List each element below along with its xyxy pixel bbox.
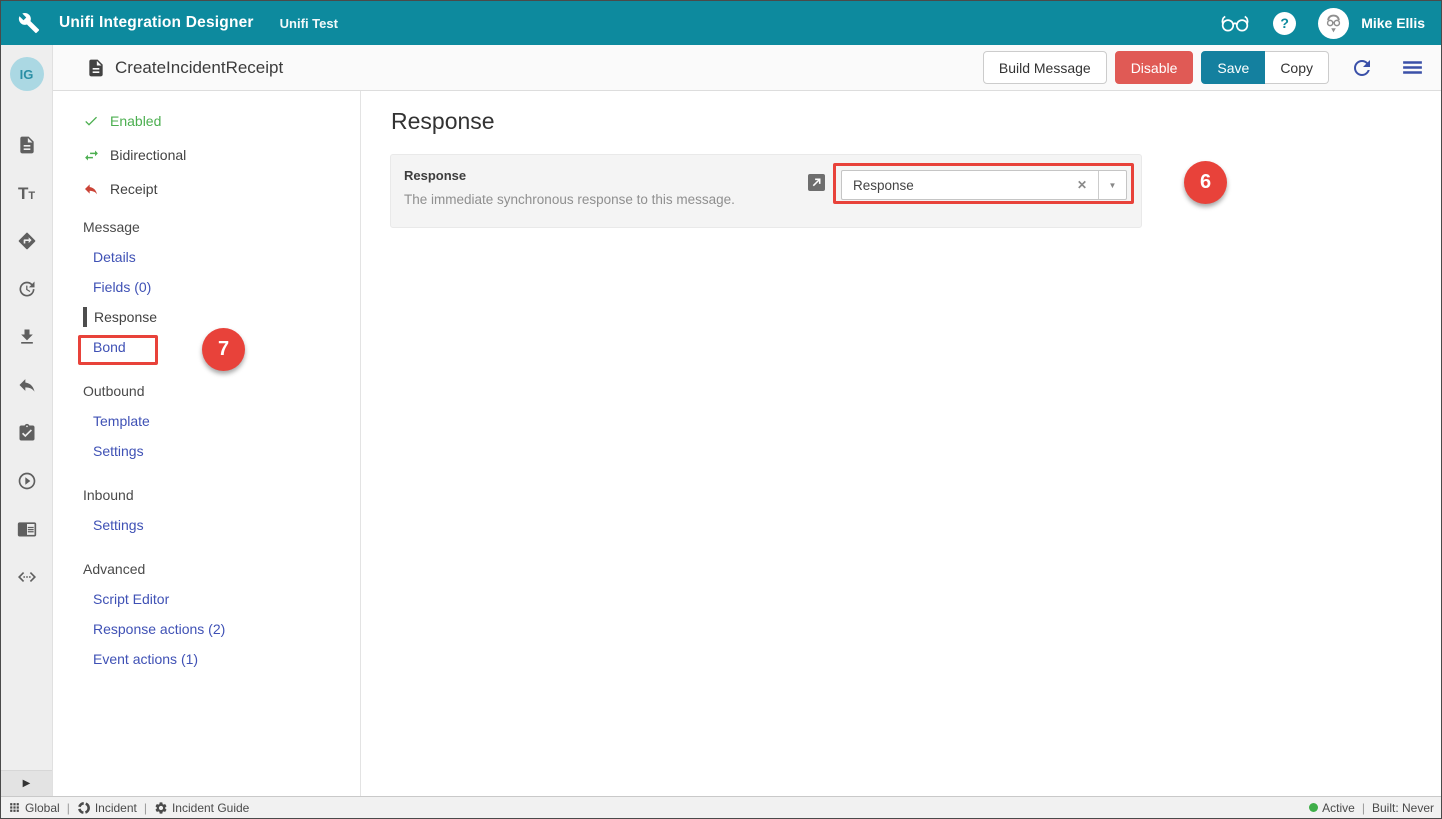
download-icon[interactable] bbox=[3, 313, 51, 361]
toolbar: Build Message Disable Save Copy bbox=[983, 51, 1425, 84]
app-header: Unifi Integration Designer Unifi Test ? bbox=[1, 1, 1441, 45]
tasks-icon[interactable] bbox=[3, 409, 51, 457]
check-icon bbox=[83, 113, 103, 129]
response-field-panel: Response The immediate synchronous respo… bbox=[390, 154, 1142, 228]
wrench-icon bbox=[18, 12, 40, 34]
message-nav-panel: Enabled Bidirectional Receipt Message De… bbox=[53, 91, 361, 796]
refresh-icon[interactable] bbox=[1350, 56, 1374, 80]
nav-item-fields[interactable]: Fields (0) bbox=[83, 272, 360, 302]
record-titlebar: CreateIncidentReceipt Build Message Disa… bbox=[53, 45, 1441, 91]
directions-icon[interactable] bbox=[3, 217, 51, 265]
document-icon[interactable] bbox=[3, 121, 51, 169]
response-section: Response Response The immediate synchron… bbox=[361, 91, 1441, 796]
status-bar: Global | Incident | Incident Guide Activ… bbox=[1, 796, 1441, 818]
build-message-button[interactable]: Build Message bbox=[983, 51, 1107, 84]
nav-section-advanced: Advanced bbox=[83, 554, 360, 584]
gear-icon bbox=[154, 801, 168, 815]
nav-status-bidirectional: Bidirectional bbox=[83, 138, 360, 172]
app-selector[interactable]: Incident bbox=[77, 801, 137, 815]
nav-item-template[interactable]: Template bbox=[83, 406, 360, 436]
reference-value: Response bbox=[842, 171, 1066, 199]
nav-section-message: Message bbox=[83, 212, 360, 242]
expand-rail-button[interactable]: ▶ bbox=[1, 770, 52, 796]
play-circle-icon[interactable] bbox=[3, 457, 51, 505]
response-reference-input[interactable]: Response ✕ ▼ bbox=[841, 170, 1127, 200]
user-name[interactable]: Mike Ellis bbox=[1361, 15, 1425, 31]
disable-button[interactable]: Disable bbox=[1115, 51, 1194, 84]
incident-app-icon bbox=[77, 801, 91, 815]
text-format-icon[interactable]: TT bbox=[3, 169, 51, 217]
nav-item-response[interactable]: Response bbox=[83, 302, 360, 332]
field-description: The immediate synchronous response to th… bbox=[404, 192, 735, 207]
reply-icon[interactable] bbox=[3, 361, 51, 409]
built-status: Built: Never bbox=[1372, 801, 1434, 815]
chevron-right-icon: ▶ bbox=[23, 778, 31, 789]
active-status-label: Active bbox=[1322, 801, 1355, 815]
left-icon-rail: IG TT bbox=[1, 45, 53, 796]
scope-selector[interactable]: Global bbox=[8, 801, 60, 815]
page-title: CreateIncidentReceipt bbox=[115, 58, 283, 78]
swap-arrows-icon bbox=[83, 147, 103, 164]
nav-item-outbound-settings[interactable]: Settings bbox=[83, 436, 360, 466]
glasses-icon[interactable] bbox=[1219, 13, 1251, 34]
launch-icon[interactable] bbox=[808, 174, 825, 191]
code-icon[interactable] bbox=[3, 553, 51, 601]
active-status-dot bbox=[1309, 803, 1318, 812]
help-icon[interactable]: ? bbox=[1273, 12, 1296, 35]
section-heading: Response bbox=[391, 108, 495, 135]
clear-icon[interactable]: ✕ bbox=[1066, 171, 1098, 199]
field-label: Response bbox=[404, 168, 466, 183]
nav-item-details[interactable]: Details bbox=[83, 242, 360, 272]
grid-icon bbox=[8, 801, 21, 814]
nav-status-enabled: Enabled bbox=[83, 104, 360, 138]
save-button[interactable]: Save bbox=[1201, 51, 1265, 84]
nav-section-outbound: Outbound bbox=[83, 376, 360, 406]
nav-item-response-actions[interactable]: Response actions (2) bbox=[83, 614, 360, 644]
chevron-down-icon[interactable]: ▼ bbox=[1099, 171, 1126, 199]
document-icon bbox=[86, 58, 106, 78]
unifi-integration-designer-window: Unifi Integration Designer Unifi Test ? bbox=[0, 0, 1442, 819]
nav-item-inbound-settings[interactable]: Settings bbox=[83, 510, 360, 540]
app-title: Unifi Integration Designer bbox=[59, 14, 254, 32]
integration-selector[interactable]: Incident Guide bbox=[154, 801, 249, 815]
user-avatar-icon[interactable] bbox=[1318, 8, 1349, 39]
environment-name[interactable]: Unifi Test bbox=[280, 16, 338, 31]
hamburger-menu-icon[interactable] bbox=[1400, 55, 1425, 80]
nav-item-script-editor[interactable]: Script Editor bbox=[83, 584, 360, 614]
active-indicator-bar bbox=[83, 307, 87, 327]
integration-avatar[interactable]: IG bbox=[10, 57, 44, 91]
nav-status-receipt: Receipt bbox=[83, 172, 360, 206]
nav-section-inbound: Inbound bbox=[83, 480, 360, 510]
reply-icon bbox=[83, 181, 103, 197]
nav-item-event-actions[interactable]: Event actions (1) bbox=[83, 644, 360, 674]
copy-button[interactable]: Copy bbox=[1265, 51, 1329, 84]
update-icon[interactable] bbox=[3, 265, 51, 313]
reader-icon[interactable] bbox=[3, 505, 51, 553]
nav-item-bond[interactable]: Bond bbox=[83, 332, 360, 362]
